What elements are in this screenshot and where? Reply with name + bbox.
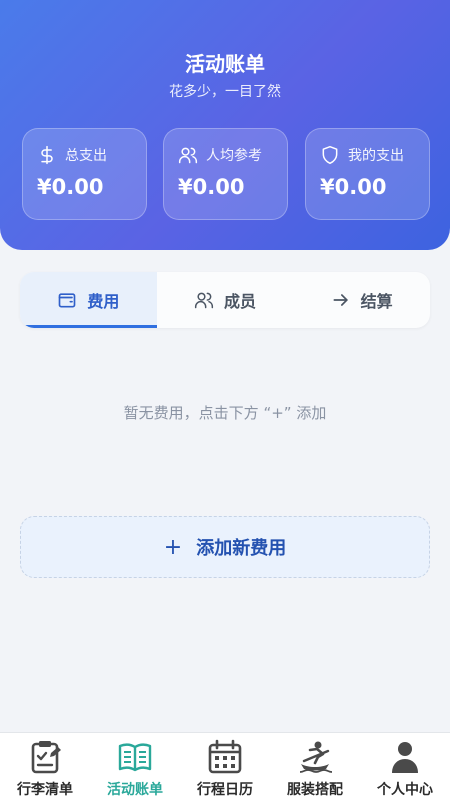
stat-value-mine: ¥0.00 xyxy=(320,175,387,199)
stat-card-per-person: 人均参考 ¥0.00 xyxy=(163,128,288,220)
outfit-icon xyxy=(299,741,333,773)
tab-settlement[interactable]: 结算 xyxy=(293,272,430,328)
nav-label-activity-bill: 活动账单 xyxy=(107,782,163,798)
stat-label-per-person: 人均参考 xyxy=(206,148,262,164)
users-icon xyxy=(194,292,214,309)
nav-item-outfit[interactable]: 服装搭配 xyxy=(270,733,360,800)
stat-label-total: 总支出 xyxy=(65,148,107,164)
add-expense-button[interactable]: + 添加新费用 xyxy=(20,516,430,578)
tab-settlement-label: 结算 xyxy=(360,292,393,311)
plus-icon: + xyxy=(163,534,183,560)
book-icon xyxy=(118,743,152,772)
tab-members[interactable]: 成员 xyxy=(157,272,294,328)
nav-item-packing-list[interactable]: 行李清单 xyxy=(0,733,90,800)
wallet-icon xyxy=(58,293,76,308)
person-icon xyxy=(392,742,418,773)
bottom-nav: 行李清单 活动账单 行程日历 服装搭配 个人中心 xyxy=(0,732,450,800)
empty-state-text: 暂无费用，点击下方 “+” 添加 xyxy=(123,404,327,422)
nav-item-activity-bill[interactable]: 活动账单 xyxy=(90,733,180,800)
stat-value-per-person: ¥0.00 xyxy=(178,175,245,199)
shield-icon xyxy=(322,145,338,165)
dollar-icon xyxy=(41,145,53,165)
page-subtitle: 花多少，一目了然 xyxy=(169,84,281,100)
add-expense-label: 添加新费用 xyxy=(196,538,287,559)
checklist-icon xyxy=(31,741,61,774)
tab-expenses-label: 费用 xyxy=(87,292,120,311)
users-icon xyxy=(178,147,198,164)
nav-item-itinerary-calendar[interactable]: 行程日历 xyxy=(180,733,270,800)
nav-label-outfit: 服装搭配 xyxy=(287,782,343,798)
stat-card-total: 总支出 ¥0.00 xyxy=(22,128,147,220)
stat-value-total: ¥0.00 xyxy=(37,175,104,199)
tab-bar: 费用 成员 结算 xyxy=(20,272,430,328)
nav-item-profile[interactable]: 个人中心 xyxy=(360,733,450,800)
stat-label-mine: 我的支出 xyxy=(348,148,404,164)
header: 活动账单 花多少，一目了然 总支出 ¥0.00 人均参考 ¥0.00 我的支出 … xyxy=(0,0,450,250)
stat-card-mine: 我的支出 ¥0.00 xyxy=(305,128,430,220)
nav-label-packing-list: 行李清单 xyxy=(17,782,73,798)
arrow-right-icon xyxy=(333,294,348,306)
tab-members-label: 成员 xyxy=(224,292,257,311)
nav-label-itinerary-calendar: 行程日历 xyxy=(197,782,253,798)
calendar-icon xyxy=(208,739,242,774)
tab-expenses[interactable]: 费用 xyxy=(20,272,157,328)
page-title: 活动账单 xyxy=(185,52,265,76)
nav-label-profile: 个人中心 xyxy=(377,782,433,798)
